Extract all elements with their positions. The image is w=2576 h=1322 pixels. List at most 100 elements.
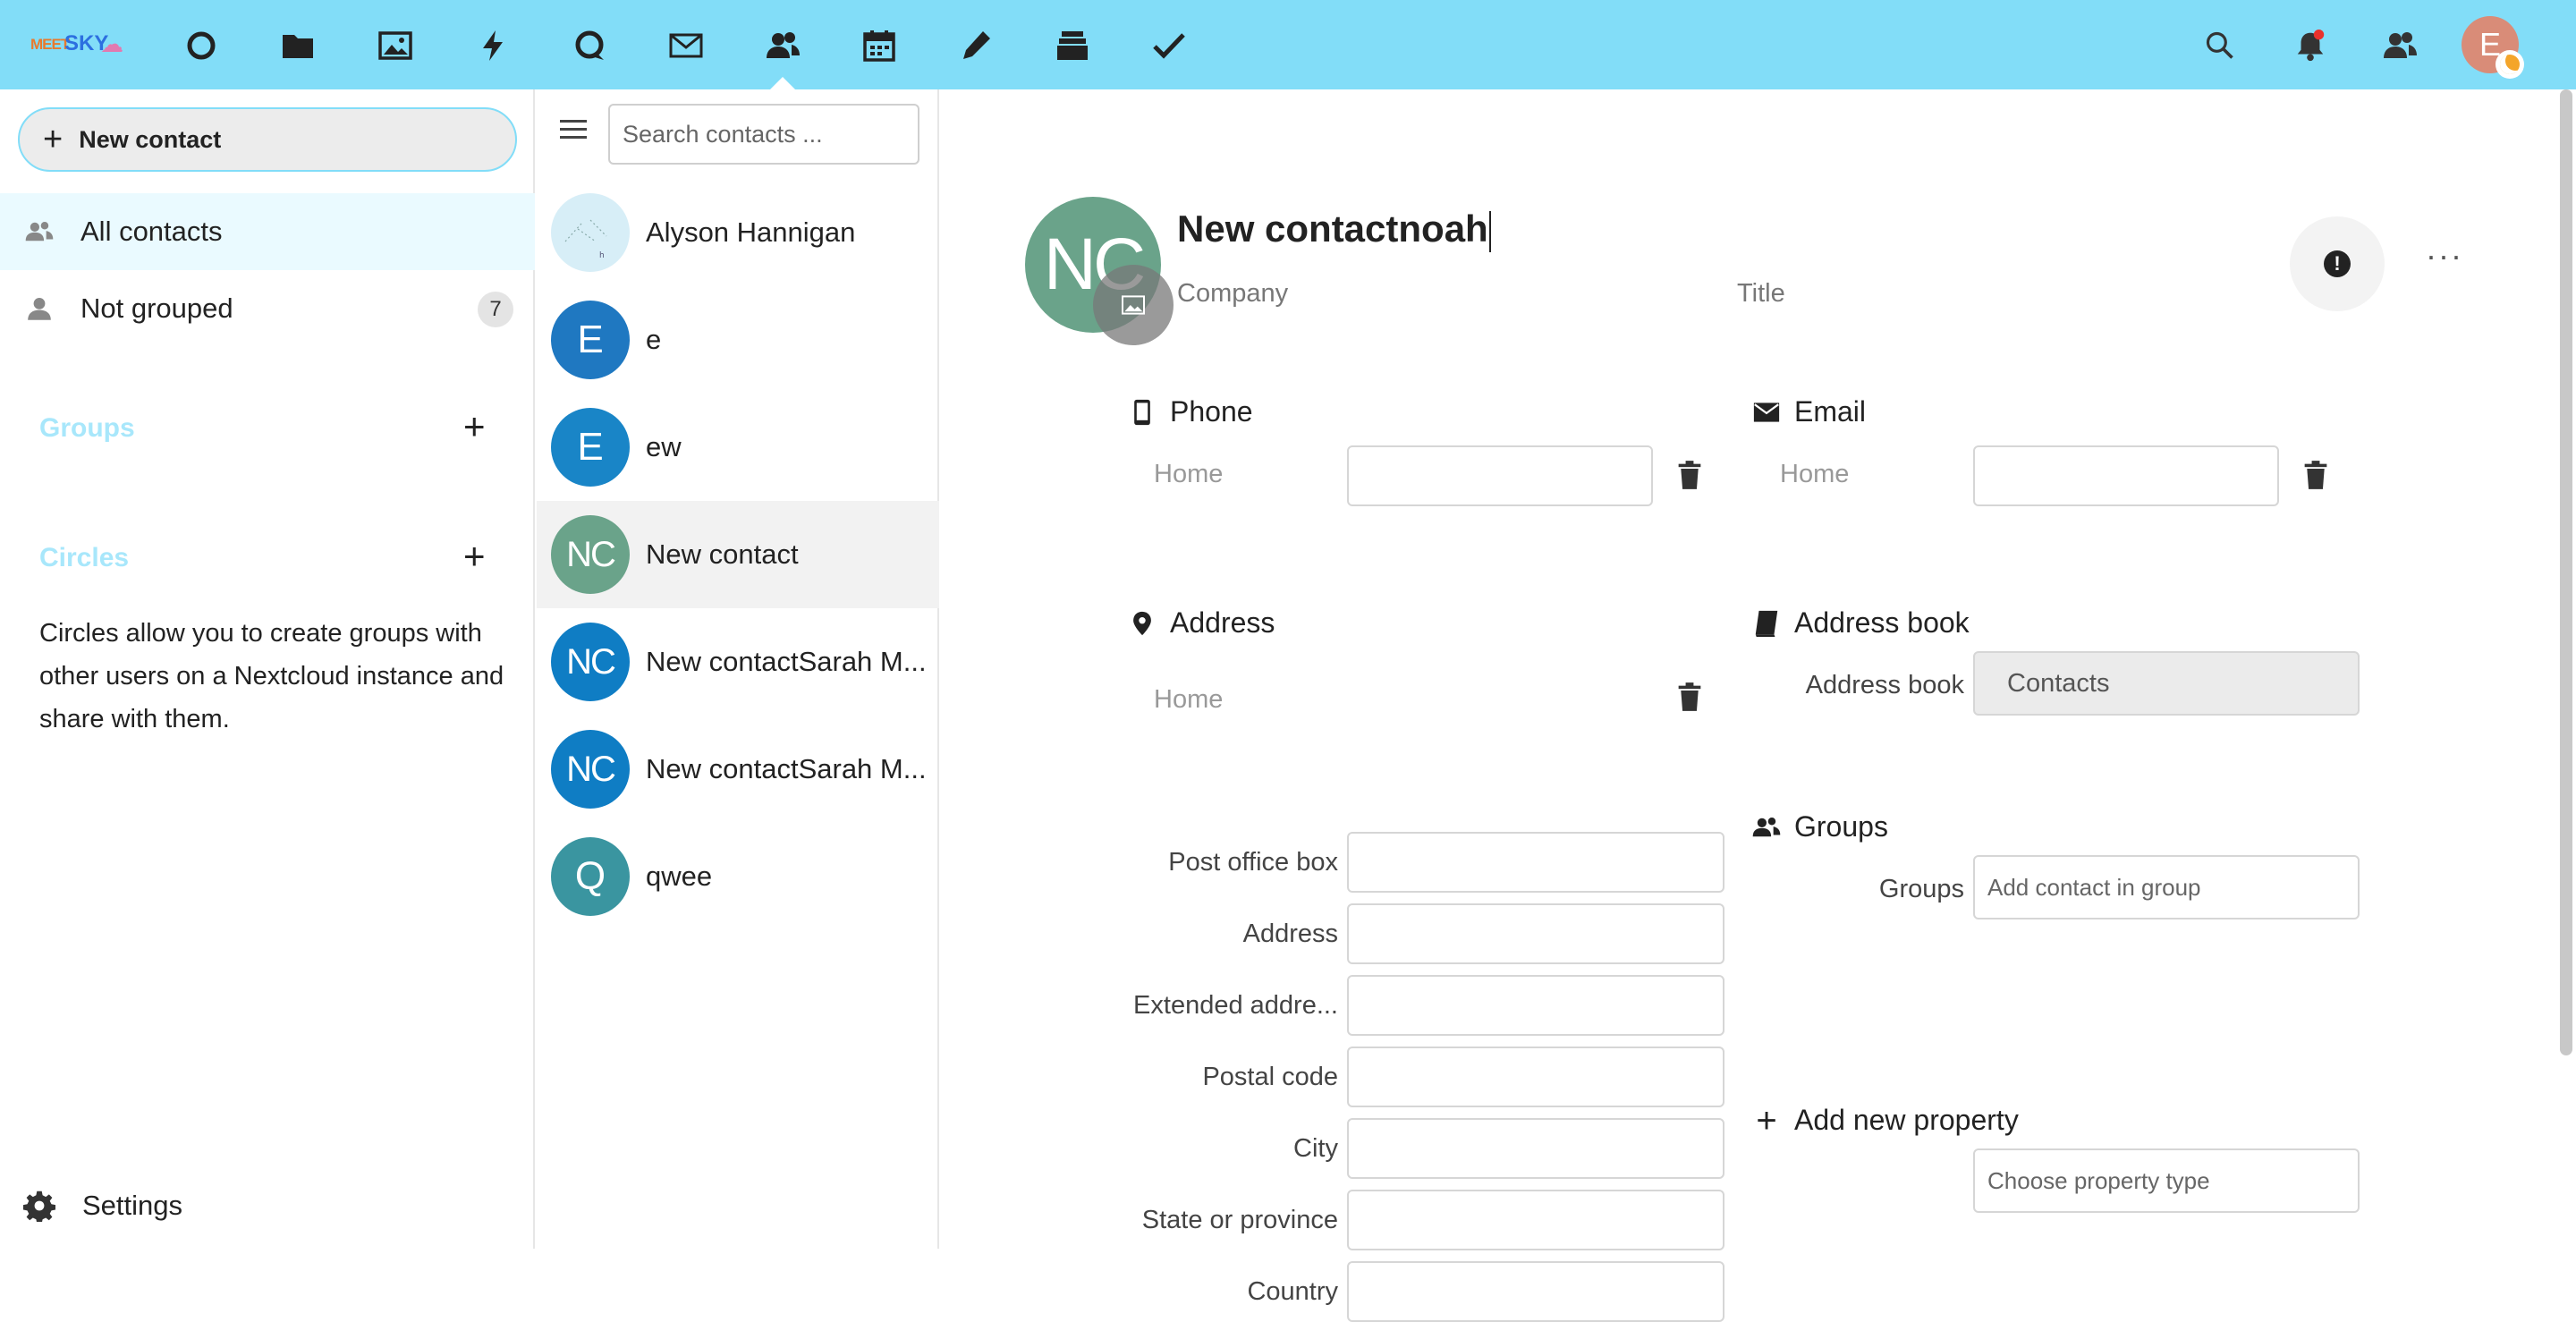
active-app-indicator [770, 77, 795, 89]
address-type-select[interactable]: Home [1154, 685, 1223, 715]
plus-icon: + [43, 121, 64, 158]
add-group-button[interactable]: + [463, 408, 486, 445]
map-marker-icon [1127, 608, 1157, 639]
dashboard-icon[interactable] [179, 23, 224, 68]
contact-list-item[interactable]: NC New contactSarah M... [537, 608, 939, 716]
person-icon [23, 292, 55, 325]
contact-avatar-photo: h [551, 193, 630, 272]
contact-list: Search contacts ... h Alyson Hannigan E … [537, 89, 939, 1249]
files-icon[interactable] [275, 23, 320, 68]
contact-list-item-selected[interactable]: NC New contact [537, 501, 939, 608]
contacts-menu-icon[interactable] [2377, 23, 2422, 68]
search-input[interactable]: Search contacts ... [608, 104, 919, 165]
country-input[interactable] [1347, 1261, 1724, 1322]
user-avatar[interactable]: E [2462, 16, 2524, 79]
addressbook-header-label: Address book [1794, 606, 1970, 639]
street-address-label: Address [1242, 919, 1338, 948]
email-input[interactable] [1973, 445, 2279, 506]
activity-icon[interactable] [470, 23, 515, 68]
count-badge: 7 [478, 292, 513, 327]
logo-text-meet: MEET [30, 36, 70, 53]
settings-button[interactable]: Settings [23, 1190, 183, 1224]
email-icon [1751, 397, 1782, 428]
extended-address-label: Extended addre... [1133, 991, 1338, 1020]
contact-avatar: NC [551, 515, 630, 594]
company-input[interactable]: Company [1177, 279, 1288, 309]
talk-icon[interactable] [567, 23, 612, 68]
circles-caption: Circles [39, 543, 130, 572]
warning-button[interactable]: ! [2290, 216, 2385, 311]
nav-item-label: All contacts [80, 216, 223, 247]
photos-icon[interactable] [373, 23, 418, 68]
state-input[interactable] [1347, 1190, 1724, 1250]
addressbook-value: Contacts [2007, 668, 2110, 698]
country-label: Country [1247, 1277, 1338, 1306]
more-actions-icon[interactable]: ··· [2426, 240, 2463, 272]
contact-detail-avatar[interactable]: NC [1025, 197, 1174, 345]
contact-name: e [646, 324, 662, 355]
street-address-input[interactable] [1347, 903, 1724, 964]
address-header-label: Address [1170, 606, 1275, 639]
contact-name: New contactSarah M... [646, 753, 927, 784]
logo-cloud-icon: ☁ [100, 30, 123, 57]
contacts-icon[interactable] [760, 23, 805, 68]
menu-toggle-icon[interactable] [558, 116, 589, 143]
extended-address-input[interactable] [1347, 975, 1724, 1036]
title-input[interactable]: Title [1737, 279, 1785, 309]
contact-name-input[interactable]: New contactnoah [1177, 208, 1491, 252]
delete-email-icon[interactable] [2302, 460, 2333, 494]
city-label: City [1293, 1134, 1338, 1163]
circles-description: Circles allow you to create groups with … [39, 619, 504, 733]
phone-icon [1127, 397, 1157, 428]
contact-list-item[interactable]: NC New contactSarah M... [537, 716, 939, 823]
groups-label: Groups [1878, 875, 1964, 903]
contact-name: New contactSarah M... [646, 646, 927, 677]
add-property-label: Add new property [1794, 1104, 2019, 1136]
contact-name: Alyson Hannigan [646, 216, 856, 248]
change-photo-icon[interactable] [1093, 265, 1174, 345]
city-input[interactable] [1347, 1118, 1724, 1179]
nav-item-not-grouped[interactable]: Not grouped 7 [0, 270, 535, 347]
email-type-select[interactable]: Home [1780, 460, 1849, 489]
new-contact-button[interactable]: + New contact [18, 107, 517, 172]
contact-avatar: E [551, 408, 630, 487]
tasks-icon[interactable] [1147, 23, 1191, 68]
mail-icon[interactable] [664, 23, 708, 68]
book-icon [1751, 608, 1782, 639]
addressbook-select[interactable]: Contacts [1973, 651, 2360, 716]
phone-type-select[interactable]: Home [1154, 460, 1223, 489]
contact-list-item[interactable]: Q qwee [537, 823, 939, 930]
notifications-icon[interactable] [2288, 23, 2333, 68]
meetsky-logo[interactable]: MEET SKY ☁ [30, 29, 123, 61]
postal-code-input[interactable] [1347, 1047, 1724, 1107]
po-box-label: Post office box [1168, 848, 1338, 877]
delete-phone-icon[interactable] [1676, 460, 1707, 494]
contact-list-item[interactable]: E ew [537, 394, 939, 501]
nav-item-all-contacts[interactable]: All contacts [0, 193, 535, 270]
delete-address-icon[interactable] [1676, 682, 1707, 716]
groups-caption: Groups [39, 413, 135, 443]
phone-section-header: Phone [1127, 395, 1253, 428]
settings-label: Settings [82, 1190, 183, 1221]
property-type-select[interactable]: Choose property type [1973, 1148, 2360, 1213]
contact-name: qwee [646, 860, 713, 892]
search-icon[interactable] [2198, 23, 2242, 68]
add-property-header: + Add new property [1751, 1103, 2019, 1139]
groups-icon [1751, 812, 1782, 843]
notes-icon[interactable] [953, 23, 998, 68]
po-box-input[interactable] [1347, 832, 1724, 893]
contact-list-item[interactable]: h Alyson Hannigan [537, 179, 939, 286]
addressbook-section-header: Address book [1751, 606, 1970, 640]
contact-details: NC New contactnoah Company Title ! ··· P… [941, 89, 2555, 1322]
contact-list-item[interactable]: E e [537, 286, 939, 394]
contacts-group-icon [23, 216, 55, 248]
scrollbar[interactable] [2560, 89, 2572, 1055]
add-circle-button[interactable]: + [463, 538, 486, 575]
phone-input[interactable] [1347, 445, 1653, 506]
contact-avatar: NC [551, 623, 630, 701]
new-contact-label: New contact [79, 125, 222, 153]
calendar-icon[interactable] [857, 23, 902, 68]
deck-icon[interactable] [1050, 23, 1095, 68]
contact-name: New contact [646, 538, 799, 570]
groups-select[interactable]: Add contact in group [1973, 855, 2360, 919]
